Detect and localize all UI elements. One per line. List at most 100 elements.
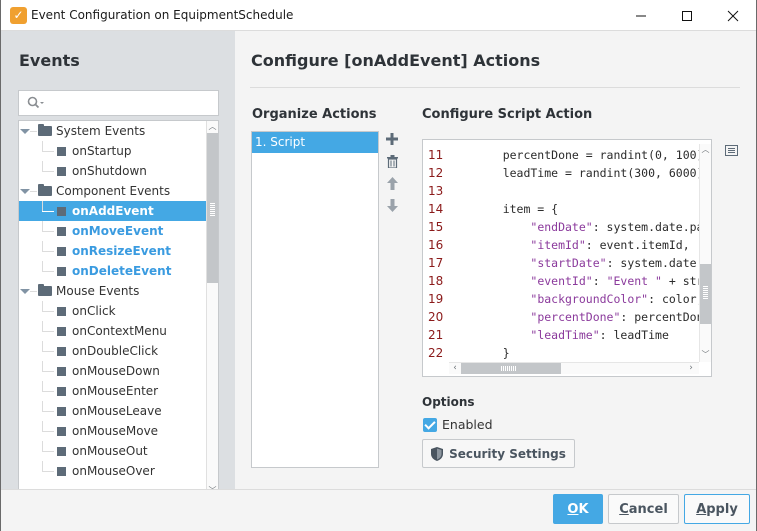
tree-event-item[interactable]: onShutdown bbox=[19, 161, 206, 181]
tree-event-item[interactable]: onResizeEvent bbox=[19, 241, 206, 261]
code-string: "percentDone" bbox=[530, 310, 621, 324]
event-icon bbox=[57, 407, 66, 416]
tree-connector bbox=[42, 201, 43, 211]
scroll-up-arrow[interactable]: ︿ bbox=[207, 121, 218, 133]
arrow-down-icon bbox=[386, 198, 398, 212]
event-icon bbox=[57, 447, 66, 456]
code-token: : bbox=[592, 274, 607, 288]
divider bbox=[250, 87, 740, 88]
tree-group[interactable]: Component Events bbox=[19, 181, 206, 201]
tree-group[interactable]: Mouse Events bbox=[19, 281, 206, 301]
cancel-button[interactable]: Cancel bbox=[608, 494, 679, 524]
script-options-menu-icon[interactable] bbox=[725, 145, 738, 156]
organize-actions-label: Organize Actions bbox=[252, 107, 377, 122]
action-item-script[interactable]: 1. Script bbox=[252, 132, 378, 153]
tree-event-item[interactable]: onMouseEnter bbox=[19, 381, 206, 401]
tree-connector bbox=[30, 131, 37, 132]
search-icon[interactable] bbox=[27, 96, 45, 113]
tree-event-item[interactable]: onMouseOver bbox=[19, 461, 206, 481]
tree-event-item[interactable]: onContextMenu bbox=[19, 321, 206, 341]
tree-connector bbox=[42, 141, 43, 151]
tree-event-item[interactable]: onDeleteEvent bbox=[19, 261, 206, 281]
tree-connector bbox=[42, 271, 54, 272]
tree-connector bbox=[42, 411, 54, 412]
line-number: 22 bbox=[428, 346, 444, 360]
tree-connector bbox=[42, 381, 43, 391]
apply-button[interactable]: Apply bbox=[684, 494, 750, 524]
event-search-box[interactable] bbox=[18, 90, 219, 116]
event-icon bbox=[57, 347, 66, 356]
page-title: Configure [onAddEvent] Actions bbox=[251, 51, 541, 70]
enabled-label[interactable]: Enabled bbox=[442, 417, 493, 432]
folder-icon bbox=[38, 184, 52, 196]
tree-event-item[interactable]: onClick bbox=[19, 301, 206, 321]
maximize-button[interactable] bbox=[664, 0, 710, 31]
configure-script-label: Configure Script Action bbox=[422, 107, 593, 122]
shield-icon bbox=[431, 446, 444, 461]
expand-arrow-icon[interactable] bbox=[20, 189, 30, 194]
editor-vscroll-thumb[interactable] bbox=[700, 264, 711, 324]
expand-arrow-icon[interactable] bbox=[20, 289, 30, 294]
code-string: "itemId" bbox=[530, 238, 586, 252]
line-number: 20 bbox=[428, 310, 444, 324]
tree-connector bbox=[42, 471, 54, 472]
tree-event-item[interactable]: onMouseDown bbox=[19, 361, 206, 381]
editor-hscroll-thumb[interactable] bbox=[461, 363, 561, 374]
minimize-button[interactable] bbox=[618, 0, 664, 31]
editor-vertical-scrollbar[interactable]: ︿ ﹀ bbox=[699, 144, 711, 362]
code-text: item = { bbox=[475, 200, 558, 218]
code-line: 22 } bbox=[423, 344, 699, 362]
events-tree: onMouseOver onMouseOut onMouseMove onMouseL… bbox=[18, 120, 219, 499]
script-editor[interactable]: 22 } 21 "leadTime": leadTime 20 "percentDo… bbox=[422, 139, 712, 377]
line-number: 11 bbox=[428, 148, 444, 162]
tree-connector bbox=[42, 231, 54, 232]
delete-action-button[interactable] bbox=[385, 153, 399, 169]
line-number: 19 bbox=[428, 292, 444, 306]
ok-button[interactable]: OK bbox=[553, 494, 603, 524]
editor-scroll-right[interactable]: › bbox=[685, 363, 697, 374]
tree-event-item[interactable]: onDoubleClick bbox=[19, 341, 206, 361]
move-down-button[interactable] bbox=[385, 197, 399, 213]
editor-horizontal-scrollbar[interactable]: ‹ › bbox=[449, 362, 699, 374]
code-string: "leadTime" bbox=[530, 328, 600, 342]
tree-event-item[interactable]: onStartup bbox=[19, 141, 206, 161]
tree-event-item[interactable]: onMouseMove bbox=[19, 421, 206, 441]
event-search-input[interactable] bbox=[49, 94, 214, 112]
code-token: : system.date.par bbox=[606, 256, 699, 270]
code-token: item = { bbox=[475, 202, 559, 216]
editor-scroll-left[interactable]: ‹ bbox=[449, 363, 461, 374]
tree-item-label: onMouseMove bbox=[72, 424, 159, 438]
enabled-checkbox[interactable] bbox=[423, 418, 437, 432]
tree-event-item[interactable]: onMouseOut bbox=[19, 441, 206, 461]
title-bar: ✓ Event Configuration on EquipmentSchedu… bbox=[1, 0, 756, 31]
security-settings-button[interactable]: Security Settings bbox=[422, 439, 575, 468]
code-token: : system.date.parse bbox=[592, 220, 699, 234]
event-icon bbox=[57, 167, 66, 176]
move-up-button[interactable] bbox=[385, 175, 399, 191]
tree-event-item[interactable]: onMoveEvent bbox=[19, 221, 206, 241]
line-number: 18 bbox=[428, 274, 444, 288]
code-line: 20 "percentDone": percentDone, bbox=[423, 308, 699, 326]
code-token: : leadTime bbox=[599, 328, 669, 342]
add-action-button[interactable] bbox=[385, 131, 399, 147]
tree-vertical-scrollbar[interactable]: ︿ ﹀ bbox=[206, 121, 218, 498]
editor-scroll-up[interactable]: ︿ bbox=[700, 144, 711, 156]
tree-event-item[interactable]: onAddEvent bbox=[19, 201, 206, 221]
code-text: } bbox=[475, 344, 510, 362]
code-string: "Event " bbox=[606, 274, 662, 288]
code-text: percentDone = randint(0, 100) bbox=[475, 146, 699, 164]
tree-event-item[interactable]: onMouseLeave bbox=[19, 401, 206, 421]
tree-item-label: onDoubleClick bbox=[72, 344, 159, 358]
tree-connector bbox=[42, 361, 43, 371]
event-icon bbox=[57, 207, 66, 216]
code-line: 19 "backgroundColor": color, bbox=[423, 290, 699, 308]
tree-group[interactable]: System Events bbox=[19, 121, 206, 141]
tree-connector bbox=[42, 151, 54, 152]
close-button[interactable] bbox=[710, 0, 756, 31]
editor-scroll-down[interactable]: ﹀ bbox=[700, 349, 711, 361]
expand-arrow-icon[interactable] bbox=[20, 129, 30, 134]
tree-scroll-thumb[interactable] bbox=[207, 133, 218, 283]
event-icon bbox=[57, 427, 66, 436]
code-text: "itemId": event.itemId, bbox=[475, 236, 689, 254]
